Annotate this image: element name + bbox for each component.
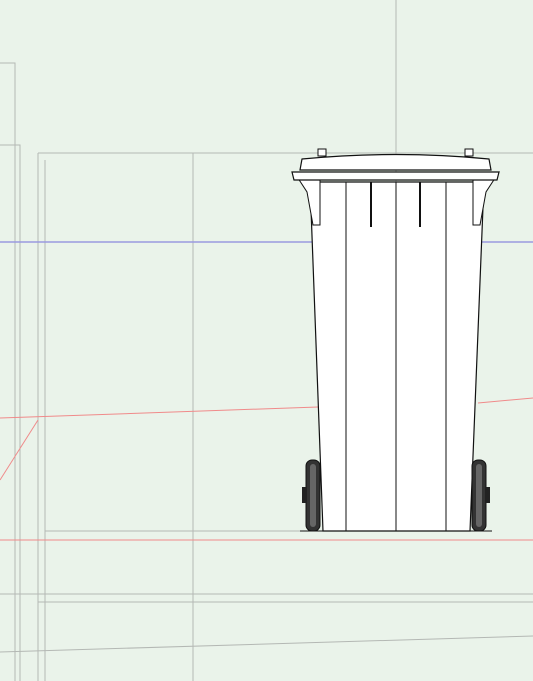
bin-lid-top xyxy=(299,153,492,171)
wheel-hub-left xyxy=(310,464,316,527)
cad-viewport[interactable] xyxy=(0,0,533,681)
wheelie-bin-icon[interactable] xyxy=(291,148,500,532)
drawing-canvas[interactable] xyxy=(0,0,533,681)
wheel-hub-right xyxy=(476,464,482,527)
bin-lid-rim xyxy=(291,171,500,181)
bin-body xyxy=(309,181,485,532)
wheel-axle-left xyxy=(302,487,307,503)
bin-lid-knob-right xyxy=(464,148,474,157)
bin-lid-knob-left xyxy=(317,148,327,157)
wheel-axle-right xyxy=(485,487,490,503)
